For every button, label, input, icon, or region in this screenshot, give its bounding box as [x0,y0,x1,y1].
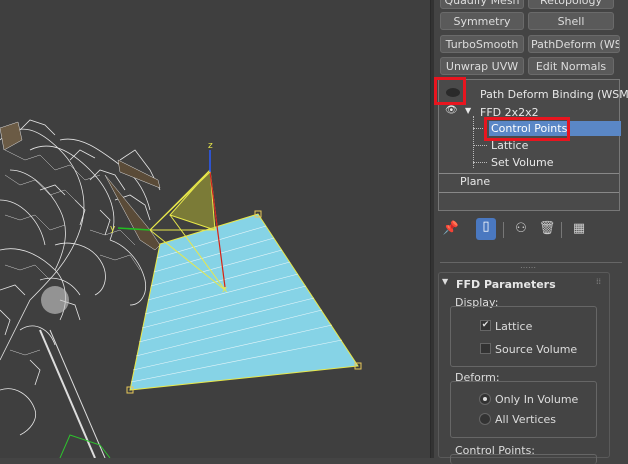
annotation-box-control-points [484,117,570,141]
tree-line [473,116,475,168]
control-points-group [450,454,597,464]
axis-z-label: z [208,141,213,151]
axis-y-label: y [110,224,116,234]
stack-item-set-volume[interactable]: Set Volume [491,156,553,169]
grip-handle-icon[interactable]: ⋯⋯ [520,263,536,272]
only-in-volume-label: Only In Volume [495,393,579,406]
wireframe-mesh-detail [4,149,141,356]
pathdeform-button[interactable]: PathDeform (WSM [528,35,620,53]
edit-normals-button[interactable]: Edit Normals [528,57,614,75]
lattice-checkbox[interactable]: ✔ [480,320,491,331]
ffd-parameters-title[interactable]: FFD Parameters [456,278,556,291]
tree-branch [473,145,487,146]
symmetry-button[interactable]: Symmetry [440,12,524,30]
stack-separator [439,173,619,174]
stack-item-plane[interactable]: Plane [460,175,490,188]
retopology-button[interactable]: Retopology [528,0,614,9]
green-helper-lines [59,434,111,458]
rollout-grip-icon: ⁞⁞ [596,277,602,286]
command-panel: Quadify Mesh Retopology Symmetry Shell T… [434,0,628,464]
shell-button[interactable]: Shell [528,12,614,30]
deformed-plane [126,210,362,394]
viewport-scene: z y x [0,119,362,458]
deform-group [450,381,597,438]
display-group [450,306,597,367]
turbosmooth-button[interactable]: TurboSmooth [440,35,524,53]
stack-separator [439,192,619,193]
toolbar-separator [561,222,562,238]
weapon-shape [0,121,23,151]
show-end-result-icon[interactable]: ▯ [476,218,496,240]
annotation-box-eye [434,77,466,105]
remove-modifier-icon[interactable]: 🗑 [538,220,556,238]
source-volume-checkbox[interactable] [480,343,491,354]
stack-item-path-deform-binding[interactable]: Path Deform Binding (WSM) [480,88,628,101]
eye-icon[interactable]: 👁 [445,105,458,116]
axis-x-label: x [222,285,228,295]
source-volume-label: Source Volume [495,343,578,356]
rollout-collapse-icon[interactable]: ▼ [442,277,448,286]
only-in-volume-radio[interactable] [479,393,491,405]
viewport[interactable]: z y x [0,0,430,458]
lattice-label: Lattice [495,320,533,333]
make-unique-icon[interactable]: ⚇ [512,220,530,238]
tree-branch [473,162,487,163]
toolbar-separator [503,222,504,238]
configure-sets-icon[interactable]: ▦ [570,220,588,238]
all-vertices-label: All Vertices [495,413,557,426]
pin-stack-icon[interactable]: 📌 [442,220,460,238]
unwrap-uvw-button[interactable]: Unwrap UVW [440,57,524,75]
quadify-mesh-button[interactable]: Quadify Mesh [440,0,524,9]
expand-triangle-icon[interactable]: ▼ [465,106,471,115]
all-vertices-radio[interactable] [479,413,491,425]
